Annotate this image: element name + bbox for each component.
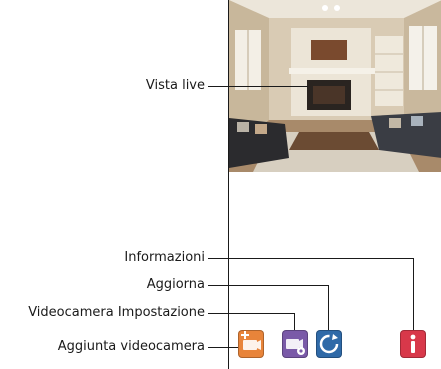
leader-info-v (413, 258, 414, 330)
camera-settings-button[interactable] (282, 330, 308, 358)
info-icon (410, 334, 416, 353)
add-camera-icon (241, 331, 261, 350)
bottom-toolbar (229, 318, 441, 369)
leader-camera-settings-v (294, 313, 295, 330)
add-camera-button[interactable] (238, 330, 264, 358)
info-button[interactable] (400, 330, 426, 358)
camera-settings-icon (286, 339, 305, 355)
callout-live-view: Vista live (145, 78, 205, 93)
leader-camera-settings-h (208, 313, 295, 314)
callout-info: Informazioni (124, 250, 205, 265)
refresh-button[interactable] (316, 330, 342, 358)
leader-refresh-h (208, 285, 329, 286)
leader-add-camera (208, 347, 238, 348)
camera-list-area (229, 172, 441, 312)
leader-info-h (208, 258, 414, 259)
callout-refresh: Aggiorna (146, 277, 205, 292)
callout-camera-settings: Videocamera Impostazione (28, 305, 205, 320)
leader-live-view (208, 86, 308, 87)
refresh-icon (319, 334, 339, 354)
leader-refresh-v (328, 285, 329, 330)
callout-add-camera: Aggiunta videocamera (57, 339, 205, 354)
